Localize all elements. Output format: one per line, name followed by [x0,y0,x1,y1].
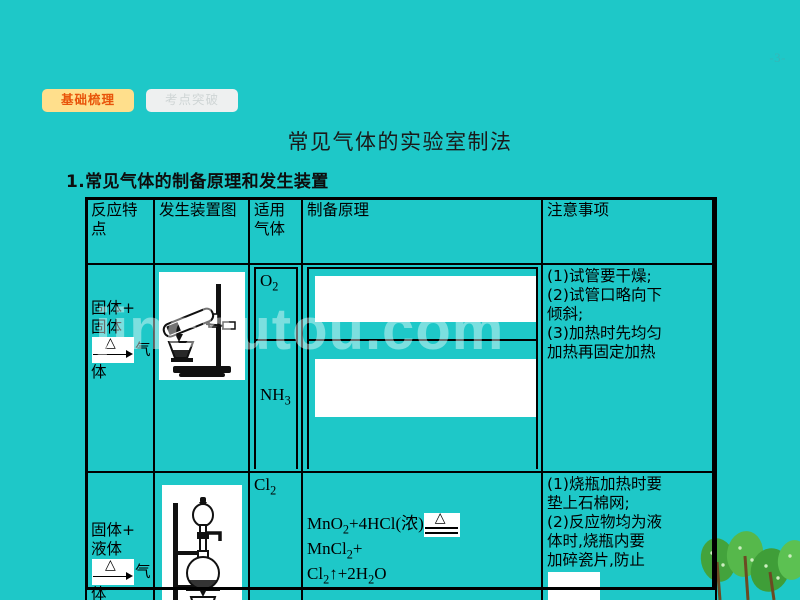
reaction-feature-line1: 固体+ [91,299,135,317]
header-reaction-feature: 反应特点 [85,197,155,265]
redacted-principle-nh3 [315,359,535,417]
cell-reaction-feature-row1: 固体+ 固体 △ 气 体 [85,263,155,473]
note-line: 加热再固定加热 [547,342,656,361]
gas-formula-nh3: NH3 [260,385,291,408]
redacted-principle-o2 [315,276,535,322]
note-line: 加碎瓷片,防止 [547,550,645,569]
cell-notes-row1: (1)试管要干燥; (2)试管口略向下 倾斜; (3)加热时先均匀 加热再固定加… [541,263,717,473]
heating-arrow-icon: △ [92,556,134,585]
note-line: 体时,烧瓶内要 [547,531,645,550]
table-header-row: 反应特点 发生装置图 适用气体 制备原理 注意事项 [85,197,717,265]
tab-bar: 基础梳理 考点突破 [42,89,238,113]
reaction-product-part1: 气 [135,340,151,359]
note-line: (1)试管要干燥; [547,267,652,285]
principle-cell-o2 [307,267,538,341]
note-line: 垫上石棉网; [547,493,630,512]
page-number: -3- [769,50,786,65]
reaction-feature-line1: 固体+ [91,521,135,539]
delta-symbol: △ [105,556,116,573]
reaction-product-part2: 体 [91,584,107,600]
delta-symbol: △ [105,334,116,351]
tab-jichu-shuli[interactable]: 基础梳理 [42,89,134,113]
table-row: 固体+ 固体 △ 气 体 O2 NH3 (1)试管要干燥; (2)试管口略向下 … [85,263,717,473]
cell-apparatus-row2 [153,471,250,600]
header-preparation-principle: 制备原理 [301,197,543,265]
header-apparatus-diagram: 发生装置图 [153,197,250,265]
equation-line-1: MnO2+4HCl(浓) △ [307,511,538,538]
heating-arrow-icon: △ [92,334,134,363]
header-precautions: 注意事项 [541,197,717,265]
cell-reaction-feature-row2: 固体+ 液体 △ 气 体 [85,471,155,600]
equation-line-3: Cl2↑+2H2O [307,563,387,587]
cell-gas-row2: Cl2 [248,471,303,600]
gas-cell-nh3: NH3 [254,339,298,469]
table-row: 固体+ 液体 △ 气 体 Cl2 MnO2+4HCl(浓) △ MnCl2+ C… [85,471,717,600]
note-line: (1)烧瓶加热时要 [547,475,662,493]
note-line: (2)试管口略向下 [547,285,662,304]
note-line: (2)反应物均为液 [547,512,662,531]
chemical-equation-cl2: MnO2+4HCl(浓) △ MnCl2+ Cl2↑+2H2O [307,475,538,588]
delta-symbol: △ [434,511,446,527]
header-applicable-gas: 适用气体 [248,197,303,265]
note-line: (3)加热时先均匀 [547,323,662,342]
cell-principle-row1 [301,263,543,473]
reaction-feature-line2: 固体 [91,317,123,336]
cell-apparatus-row1 [153,263,250,473]
reaction-product-part2: 体 [91,362,107,381]
reaction-feature-line2: 液体 [91,539,123,558]
equation-reactants: MnO2+4HCl(浓) [307,514,424,537]
section-title: 1.常见气体的制备原理和发生装置 [66,172,329,192]
redacted-note-row2 [548,571,600,600]
note-line: 倾斜; [547,304,584,323]
gas-preparation-table: 反应特点 发生装置图 适用气体 制备原理 注意事项 固体+ 固体 △ 气 体 O… [85,197,717,600]
test-tube-heating-apparatus [159,272,245,380]
gas-cell-o2: O2 [254,267,298,341]
gas-formula-cl2: Cl2 [254,475,277,498]
cell-notes-row2: (1)烧瓶加热时要 垫上石棉网; (2)反应物均为液 体时,烧瓶内要 加碎瓷片,… [541,471,717,600]
heating-condition-icon: △ [423,511,460,538]
flask-dropping-funnel-apparatus [162,485,242,600]
cell-principle-row2: MnO2+4HCl(浓) △ MnCl2+ Cl2↑+2H2O [301,471,543,600]
page-title: 常见气体的实验室制法 [287,130,513,154]
cell-gas-row1: O2 NH3 [248,263,303,473]
reaction-product-part1: 气 [135,562,151,581]
tab-kaodian-tupo[interactable]: 考点突破 [146,89,238,113]
principle-cell-nh3 [307,339,538,469]
equation-line-2: MnCl2+ [307,538,363,562]
gas-formula-o2: O2 [260,271,279,294]
